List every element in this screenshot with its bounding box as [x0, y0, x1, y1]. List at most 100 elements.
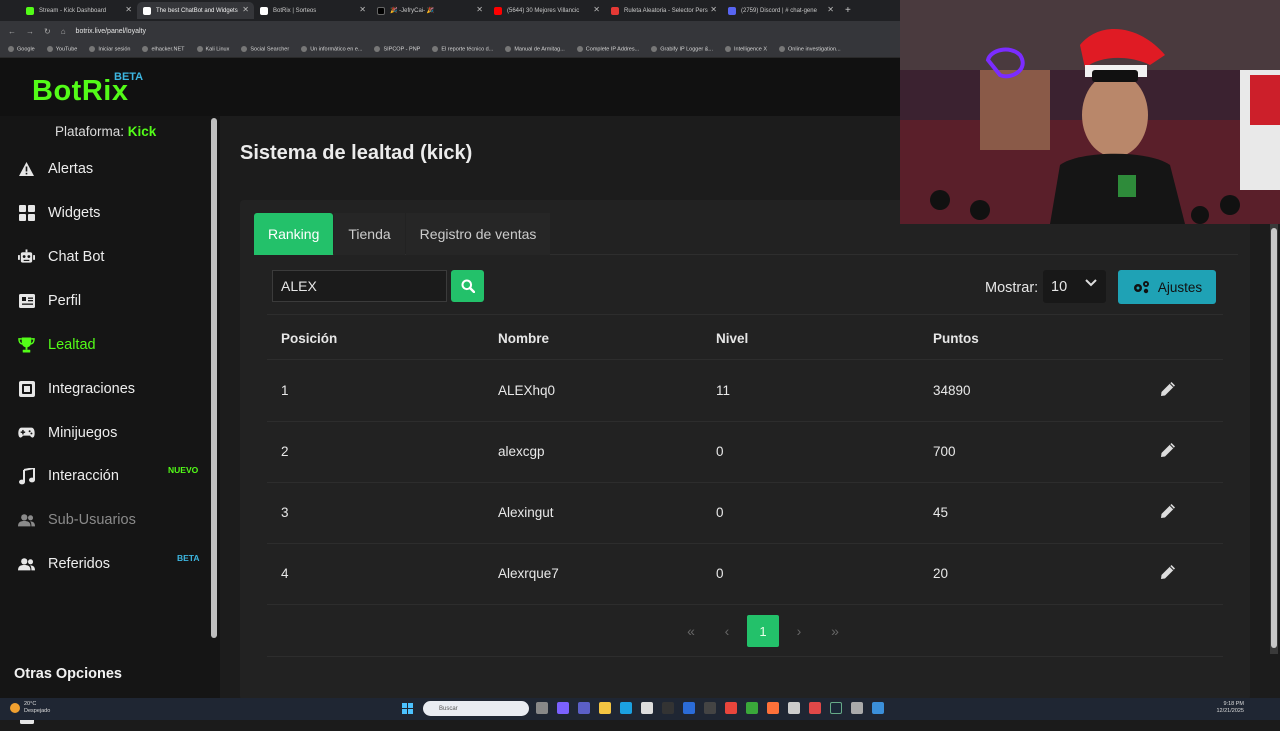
sidebar-scrollbar[interactable] [211, 118, 217, 638]
new-tab-icon[interactable]: + [845, 5, 851, 16]
sidebar-item-integraciones[interactable]: Integraciones [18, 374, 208, 404]
browser-tab[interactable]: (2759) Discord | # chat-gene ✕ [722, 2, 839, 19]
cell-position: 1 [281, 383, 289, 398]
close-icon[interactable]: ✕ [359, 5, 366, 14]
url-field[interactable]: botrix.live/panel/loyalty [76, 28, 146, 35]
app-icon[interactable] [809, 702, 821, 714]
beta-badge: BETA [114, 71, 144, 83]
current-page-button[interactable]: 1 [747, 615, 779, 647]
search-input[interactable] [272, 270, 447, 302]
column-header[interactable]: Puntos [933, 331, 979, 346]
close-icon[interactable]: ✕ [827, 5, 834, 14]
app-icon[interactable] [788, 702, 800, 714]
last-page-button[interactable]: » [817, 615, 853, 647]
bookmark-item[interactable]: Kali Linux [197, 46, 230, 52]
sidebar-item-alertas[interactable]: Alertas [18, 154, 208, 184]
tab-favicon [260, 6, 268, 15]
page-size-select[interactable]: 10 [1043, 270, 1106, 303]
streamer-camera-image [900, 0, 1280, 224]
weather-widget[interactable]: 20°C Despejado [10, 701, 50, 715]
column-header[interactable]: Nombre [498, 331, 549, 346]
pencil-icon[interactable] [1160, 503, 1176, 519]
taskbar-search[interactable]: Buscar [423, 701, 529, 716]
prev-page-button[interactable]: ‹ [709, 615, 745, 647]
tab-favicon [143, 6, 151, 15]
teams-icon[interactable] [578, 702, 590, 714]
close-icon[interactable]: ✕ [476, 5, 483, 14]
app-icon[interactable] [704, 702, 716, 714]
browser-tab-active[interactable]: The best ChatBot and Widgets ✕ [137, 2, 254, 19]
sidebar-item-label: Widgets [48, 205, 101, 221]
sidebar-item-label: Lealtad [48, 337, 96, 353]
sidebar-item-chat-bot[interactable]: Chat Bot [18, 242, 208, 272]
new-badge: NUEVO [168, 465, 199, 475]
bookmark-item[interactable]: Social Searcher [241, 46, 289, 52]
table-header: Posición Nombre Nivel Puntos [267, 314, 1223, 360]
reload-icon[interactable]: ↻ [44, 27, 51, 36]
bookmark-item[interactable]: YouTube [47, 46, 78, 52]
bookmark-item[interactable]: Iniciar sesión [89, 46, 130, 52]
next-page-button[interactable]: › [781, 615, 817, 647]
sidebar-item-widgets[interactable]: Widgets [18, 198, 208, 228]
first-page-button[interactable]: « [673, 615, 709, 647]
bookmark-item[interactable]: Online investigation... [779, 46, 841, 52]
browser-tab[interactable]: Ruleta Aleatoria - Selector Pers ✕ [605, 2, 722, 19]
settings-button[interactable]: Ajustes [1118, 270, 1216, 304]
bookmark-item[interactable]: elhacker.NET [142, 46, 184, 52]
music-note-icon [18, 467, 35, 485]
bookmark-item[interactable]: Grabify IP Logger &... [651, 46, 713, 52]
browser-tab[interactable]: BotRix | Sorteos ✕ [254, 2, 371, 19]
store-icon[interactable] [641, 702, 653, 714]
tab-ranking[interactable]: Ranking [254, 213, 334, 255]
bookmark-item[interactable]: SIPCOP - PNP [374, 46, 420, 52]
search-icon [461, 279, 475, 293]
users-icon [18, 556, 35, 573]
pencil-icon[interactable] [1160, 564, 1176, 580]
close-icon[interactable]: ✕ [125, 5, 132, 14]
copilot-icon[interactable] [557, 702, 569, 714]
pencil-icon[interactable] [1160, 381, 1176, 397]
taskbar-clock[interactable]: 9:18 PM 12/21/2025 [1216, 701, 1244, 715]
other-options-heading: Otras Opciones [14, 666, 122, 682]
bookmark-item[interactable]: Complete IP Addres... [577, 46, 639, 52]
task-view-icon[interactable] [536, 702, 548, 714]
back-icon[interactable]: ← [8, 27, 16, 36]
app-icon[interactable] [683, 702, 695, 714]
browser-tab[interactable]: (5644) 30 Mejores Villancic ✕ [488, 2, 605, 19]
bookmark-item[interactable]: El reporte técnico d... [432, 46, 493, 52]
home-icon[interactable]: ⌂ [61, 27, 66, 36]
browser-tab[interactable]: 🎉 -JefryCai- 🎉 ✕ [371, 2, 488, 19]
browser-tab[interactable]: Stream - Kick Dashboard ✕ [20, 2, 137, 19]
sidebar-item-minijuegos[interactable]: Minijuegos [18, 418, 208, 448]
tab-tienda[interactable]: Tienda [334, 213, 405, 255]
close-icon[interactable]: ✕ [593, 5, 600, 14]
xbox-icon[interactable] [746, 702, 758, 714]
page-scrollbar[interactable] [1270, 224, 1278, 654]
sidebar-item-sub-usuarios[interactable]: Sub-Usuarios [18, 505, 208, 535]
bookmark-item[interactable]: Manual de Armitag... [505, 46, 564, 52]
app-icon[interactable] [851, 702, 863, 714]
sidebar-item-perfil[interactable]: Perfil [18, 286, 208, 316]
tab-registro-de-ventas[interactable]: Registro de ventas [405, 213, 551, 255]
firefox-icon[interactable] [767, 702, 779, 714]
windows-start-icon[interactable] [402, 703, 413, 714]
column-header[interactable]: Nivel [716, 331, 748, 346]
cell-level: 0 [716, 566, 724, 581]
pencil-icon[interactable] [1160, 442, 1176, 458]
bookmark-item[interactable]: Un informático en e... [301, 46, 362, 52]
app-icon[interactable] [872, 702, 884, 714]
sidebar-item-lealtad[interactable]: Lealtad [18, 330, 208, 360]
app-icon[interactable] [662, 702, 674, 714]
edge-icon[interactable] [620, 702, 632, 714]
forward-icon[interactable]: → [26, 27, 34, 36]
bookmark-item[interactable]: Google [8, 46, 35, 52]
bookmark-item[interactable]: Intelligence X [725, 46, 767, 52]
close-icon[interactable]: ✕ [710, 5, 717, 14]
search-button[interactable] [451, 270, 484, 302]
steam-icon[interactable] [830, 702, 842, 714]
tab-favicon [611, 6, 619, 15]
file-explorer-icon[interactable] [599, 702, 611, 714]
column-header[interactable]: Posición [281, 331, 337, 346]
chrome-icon[interactable] [725, 702, 737, 714]
close-icon[interactable]: ✕ [242, 5, 249, 14]
